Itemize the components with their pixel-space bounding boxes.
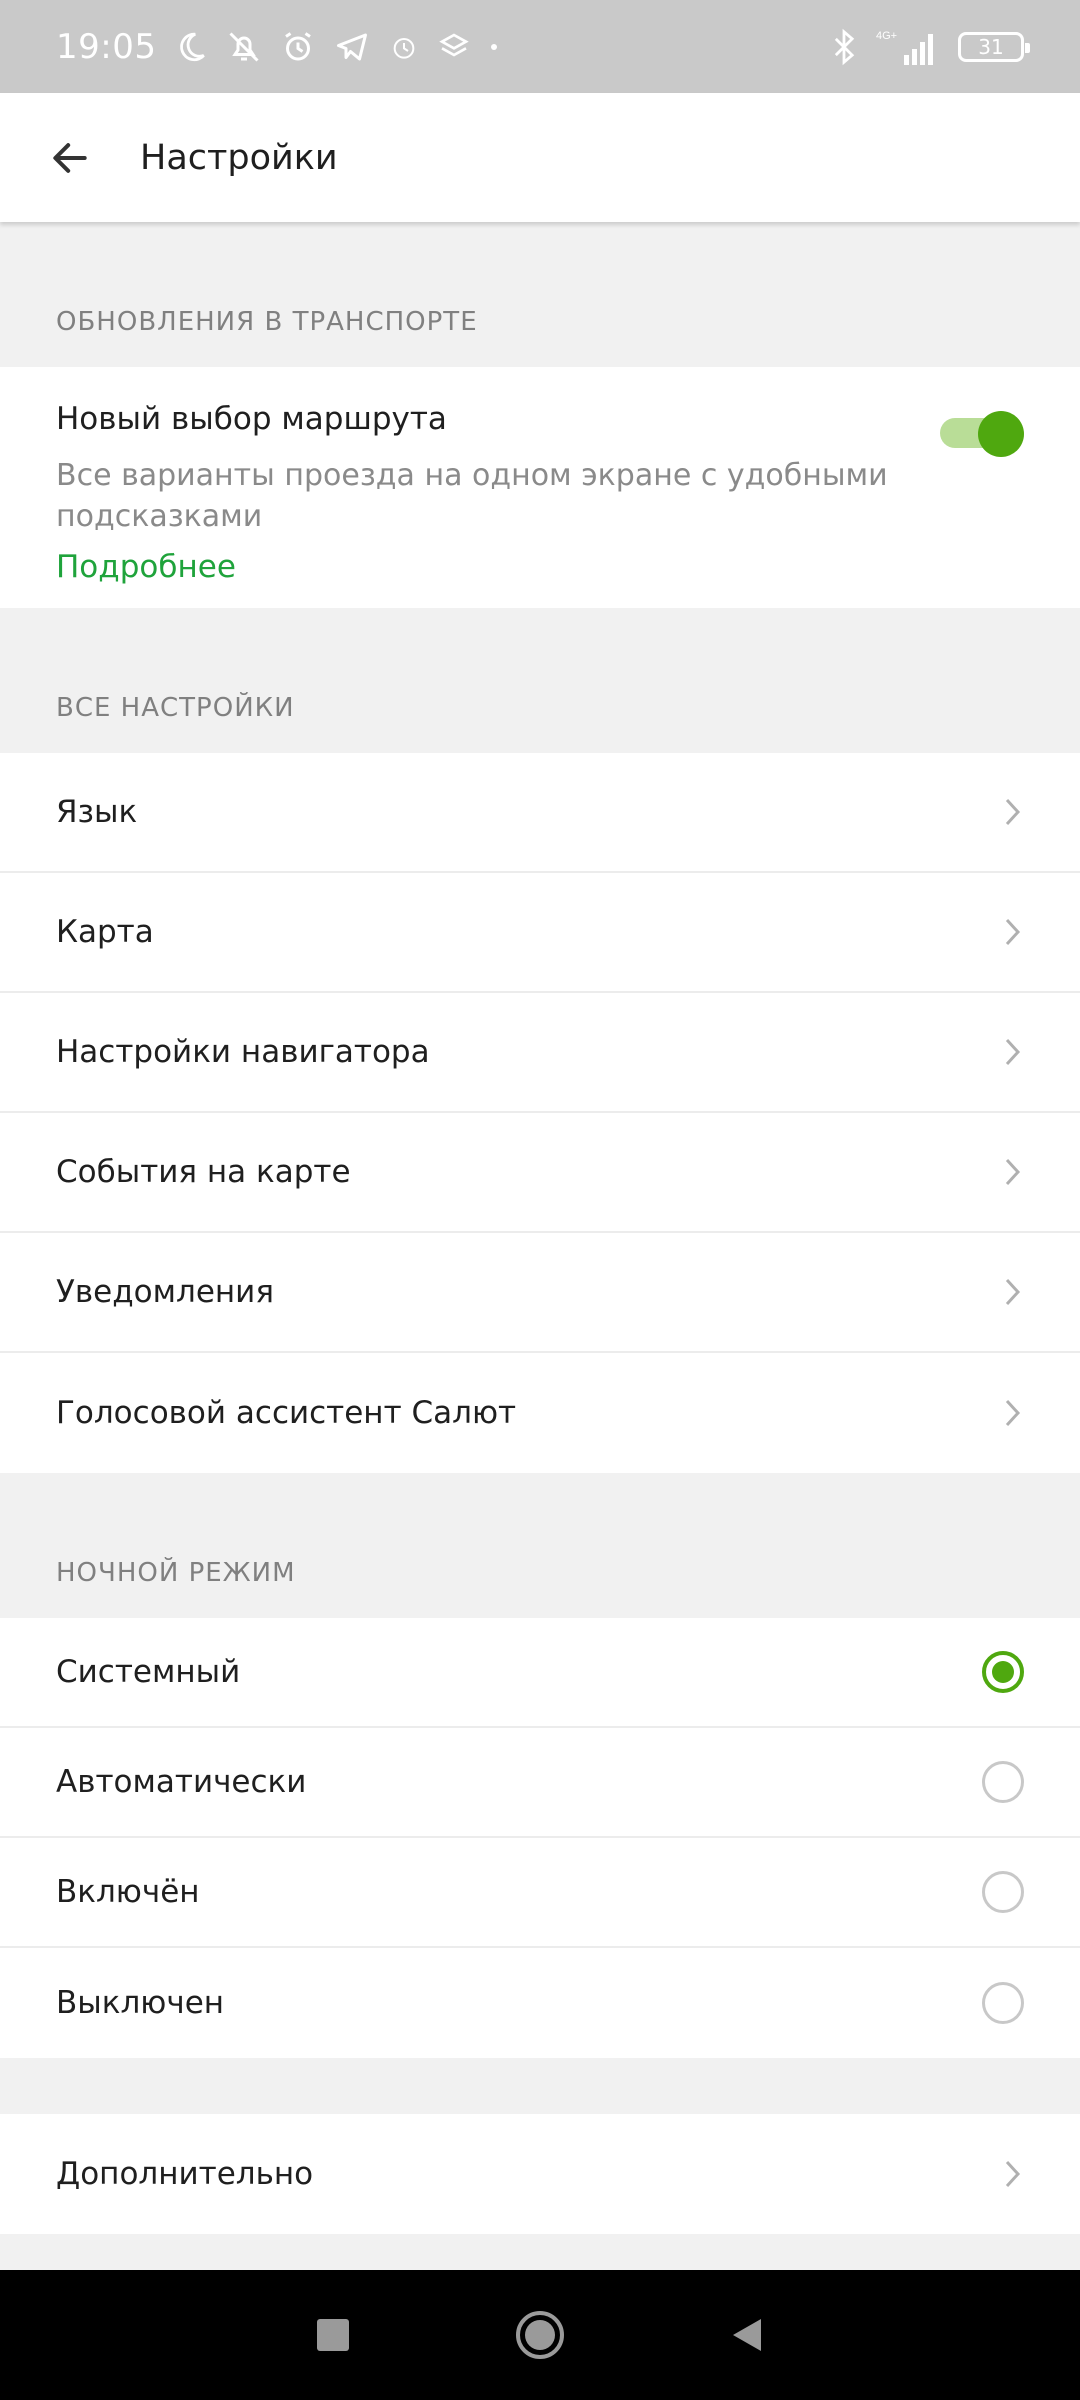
status-bar: 19:05 4G+ 31 (0, 0, 1080, 93)
recents-button[interactable] (293, 2295, 373, 2375)
settings-item-label: Дополнительно (56, 2156, 314, 2192)
app-bar: Настройки (0, 93, 1080, 222)
option-label: Включён (56, 1874, 200, 1910)
toggle-knob (978, 411, 1024, 457)
chevron-right-icon (1002, 1275, 1024, 1309)
settings-item-voice-assistant[interactable]: Голосовой ассистент Салют (0, 1353, 1080, 1473)
arrow-left-icon (53, 142, 87, 173)
chevron-right-icon (1002, 795, 1024, 829)
home-button[interactable] (500, 2295, 580, 2375)
battery-level: 31 (978, 34, 1004, 59)
settings-item-label: Уведомления (56, 1274, 274, 1310)
settings-content: Обновления в транспорте Новый выбор марш… (0, 222, 1080, 2234)
feature-new-route-choice: Новый выбор маршрута Все варианты проезд… (0, 367, 1080, 608)
square-icon (317, 2319, 350, 2351)
section-header-transport: Обновления в транспорте (56, 307, 478, 337)
chevron-right-icon (1002, 915, 1024, 949)
option-label: Выключен (56, 1985, 225, 2021)
moon-icon (174, 30, 208, 64)
section-header-all-settings: Все настройки (56, 693, 295, 723)
radio-button[interactable] (982, 1871, 1024, 1913)
page-title: Настройки (140, 137, 338, 178)
night-mode-option-system[interactable]: Системный (0, 1618, 1080, 1728)
feature-description: Все варианты проезда на одном экране с у… (56, 458, 888, 534)
settings-item-extra[interactable]: Дополнительно (0, 2114, 1080, 2234)
triangle-back-icon (732, 2319, 761, 2351)
back-nav-button[interactable] (707, 2295, 787, 2375)
more-link[interactable]: Подробнее (56, 549, 1024, 585)
option-label: Автоматически (56, 1764, 307, 1800)
layers-icon (438, 31, 470, 63)
settings-item-notifications[interactable]: Уведомления (0, 1233, 1080, 1353)
settings-item-label: Голосовой ассистент Салют (56, 1395, 517, 1431)
radio-button-selected[interactable] (982, 1651, 1024, 1693)
bluetooth-icon (830, 27, 858, 67)
radio-button[interactable] (982, 1761, 1024, 1803)
bell-off-icon (226, 29, 262, 65)
option-label: Системный (56, 1654, 241, 1690)
section-header-night-mode: Ночной режим (56, 1558, 296, 1588)
chevron-right-icon (1002, 2157, 1024, 2191)
settings-item-language[interactable]: Язык (0, 753, 1080, 873)
night-mode-options: Системный Автоматически Включён Выключен (0, 1618, 1080, 2058)
back-button[interactable] (0, 93, 140, 222)
route-choice-toggle[interactable] (940, 411, 1024, 457)
battery-icon: 31 (958, 31, 1030, 62)
night-mode-option-off[interactable]: Выключен (0, 1948, 1080, 2058)
feature-title: Новый выбор маршрута (56, 401, 447, 437)
status-time: 19:05 (56, 26, 157, 67)
alarm-icon (280, 29, 316, 65)
alarm-icon-2 (388, 31, 420, 63)
signal-icon: 4G+ (876, 27, 940, 67)
chevron-right-icon (1002, 1155, 1024, 1189)
system-nav-bar (0, 2270, 1080, 2400)
chevron-right-icon (1002, 1035, 1024, 1069)
settings-item-map-events[interactable]: События на карте (0, 1113, 1080, 1233)
circle-icon (515, 2311, 564, 2359)
settings-item-label: Язык (56, 794, 138, 830)
settings-item-map[interactable]: Карта (0, 873, 1080, 993)
chevron-right-icon (1002, 1396, 1024, 1430)
night-mode-option-auto[interactable]: Автоматически (0, 1728, 1080, 1838)
settings-item-label: Карта (56, 914, 154, 950)
settings-item-navigator[interactable]: Настройки навигатора (0, 993, 1080, 1113)
network-label: 4G+ (876, 30, 897, 42)
all-settings-list: Язык Карта Настройки навигатора События … (0, 753, 1080, 1473)
settings-item-label: Настройки навигатора (56, 1034, 430, 1070)
telegram-icon (334, 29, 370, 65)
dot-icon (488, 41, 500, 53)
radio-button[interactable] (982, 1982, 1024, 2024)
settings-item-label: События на карте (56, 1154, 351, 1190)
extra-settings: Дополнительно (0, 2114, 1080, 2234)
night-mode-option-on[interactable]: Включён (0, 1838, 1080, 1948)
